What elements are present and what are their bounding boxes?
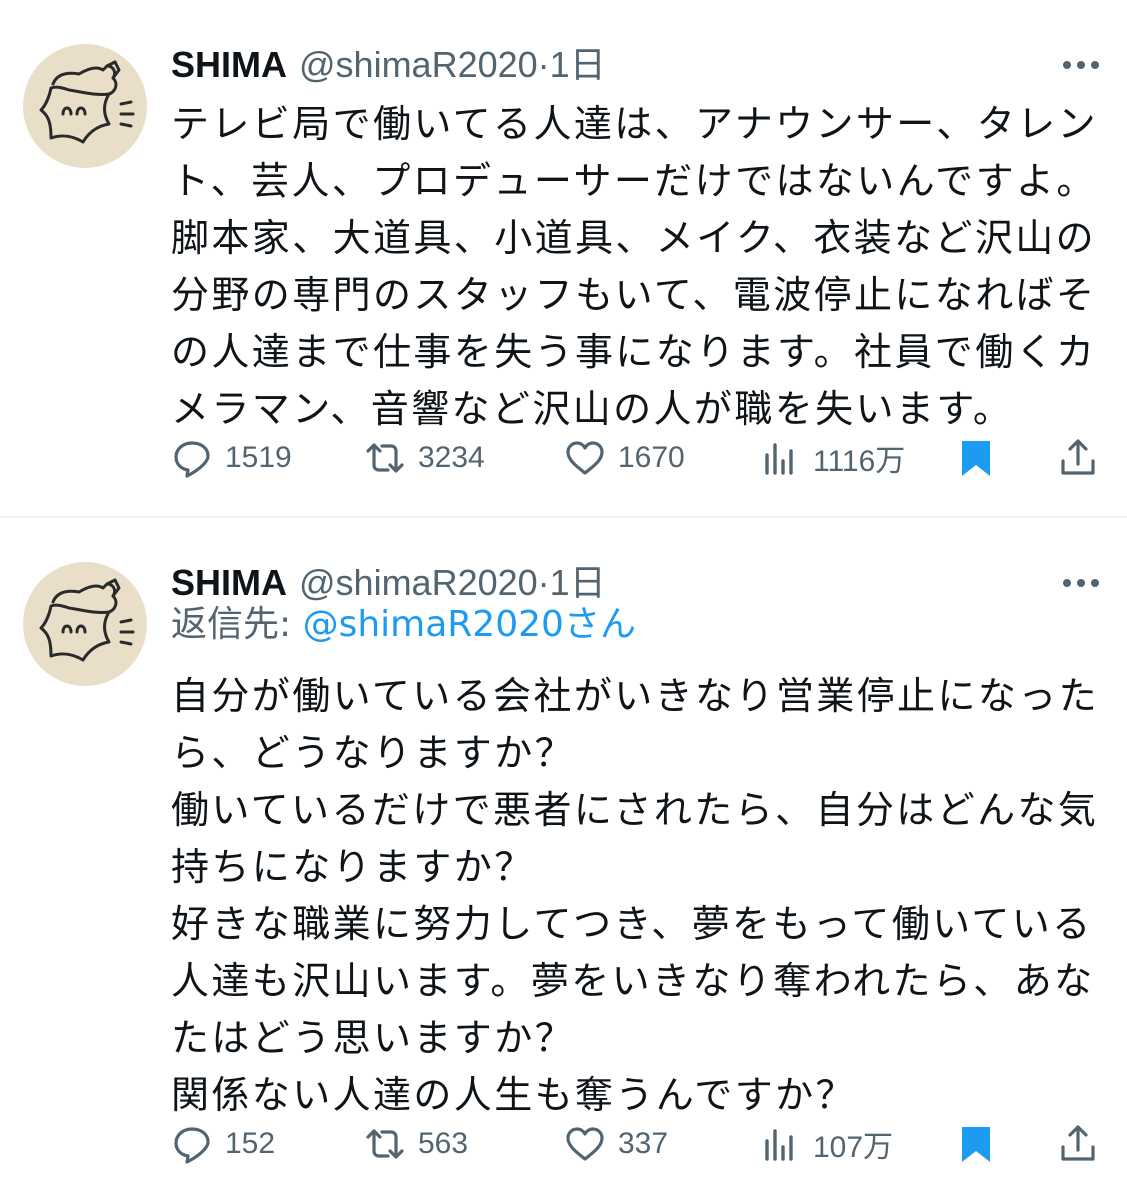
user-handle[interactable]: @shimaR2020	[299, 562, 538, 603]
text-line: ト、芸人、プロデューサーだけではないんですよ。	[171, 159, 1097, 203]
share-button[interactable]	[1057, 1114, 1099, 1174]
avatar[interactable]	[23, 562, 147, 686]
user-handle[interactable]: @shimaR2020	[299, 44, 538, 85]
bookmark-button[interactable]	[955, 428, 997, 488]
reply-count: 152	[225, 1127, 276, 1160]
retweet-count: 563	[418, 1127, 469, 1160]
bookmark-filled-icon	[962, 1127, 990, 1162]
text-line: 自分が働いている会社がいきなり営業停止になった	[171, 674, 1100, 718]
display-name[interactable]: SHIMA	[171, 562, 287, 603]
like-button[interactable]: 337	[564, 1114, 668, 1174]
views-button[interactable]: 1116万	[759, 428, 905, 488]
reply-to-mention[interactable]: @shimaR2020さん	[303, 604, 636, 645]
heart-icon	[566, 1127, 604, 1161]
reply-button[interactable]: 1519	[171, 428, 292, 488]
retweet-button[interactable]: 3234	[364, 428, 485, 488]
reply-bubble-icon	[174, 1127, 210, 1164]
avatar[interactable]	[23, 44, 147, 168]
bookmark-button[interactable]	[955, 1114, 997, 1174]
retweet-button[interactable]: 563	[364, 1114, 468, 1174]
like-count: 1670	[618, 441, 685, 474]
mention-suffix: さん	[563, 604, 636, 645]
text-line: 人達も沢山います。夢をいきなり奪われたら、あな	[171, 959, 1095, 1003]
mention-handle[interactable]: @shimaR2020	[303, 604, 564, 645]
action-bar: 152 563 337 107万	[171, 1114, 1107, 1174]
text-line: ら、どうなりますか？	[171, 731, 576, 775]
more-horizontal-icon	[1063, 61, 1099, 69]
bookmark-filled-icon	[962, 441, 990, 476]
reply-button[interactable]: 152	[171, 1114, 275, 1174]
separator-dot: ·	[537, 44, 550, 85]
text-line: の人達まで仕事を失う事になります。社員で働くカ	[171, 330, 1097, 374]
tweet-header: SHIMA @shimaR2020·1日	[171, 40, 606, 90]
share-button[interactable]	[1057, 428, 1099, 488]
text-line: たはどう思いますか？	[171, 1016, 576, 1060]
reply-to-prefix: 返信先:	[171, 604, 292, 645]
views-button[interactable]: 107万	[759, 1114, 893, 1174]
more-horizontal-icon	[1063, 579, 1099, 587]
like-button[interactable]: 1670	[564, 428, 685, 488]
tweet-text: 自分が働いている会社がいきなり営業停止になった ら、どうなりますか？ 働いている…	[171, 668, 1101, 1124]
tweet[interactable]: SHIMA @shimaR2020·1日 返信先: @shimaR2020さん 自…	[0, 518, 1127, 1200]
timestamp[interactable]: 1日	[550, 44, 606, 85]
reply-count: 1519	[225, 441, 292, 474]
text-line: 脚本家、大道具、小道具、メイク、衣装など沢山の	[171, 216, 1097, 260]
heart-icon	[566, 441, 604, 475]
text-line: テレビ局で働いてる人達は、アナウンサー、タレン	[171, 102, 1098, 146]
bar-chart-icon	[765, 1129, 793, 1161]
more-options-button[interactable]	[1059, 50, 1103, 80]
tweet-text: テレビ局で働いてる人達は、アナウンサー、タレン ト、芸人、プロデューサーだけでは…	[171, 96, 1101, 438]
share-upload-icon	[1061, 439, 1095, 475]
retweet-arrows-icon	[366, 443, 404, 473]
views-count: 107万	[813, 1131, 894, 1164]
retweet-arrows-icon	[366, 1129, 404, 1159]
separator-dot: ·	[537, 562, 550, 603]
tweet[interactable]: SHIMA @shimaR2020·1日 テレビ局で働いてる人達は、アナウンサー、…	[0, 0, 1127, 516]
retweet-count: 3234	[418, 441, 485, 474]
action-bar: 1519 3234 1670 1116万	[171, 428, 1107, 488]
avatar-drawing	[39, 60, 135, 144]
text-line: 働いているだけで悪者にされたら、自分はどんな気	[171, 788, 1099, 832]
share-upload-icon	[1061, 1125, 1095, 1161]
reply-to-line: 返信先: @shimaR2020さん	[171, 600, 636, 650]
reply-bubble-icon	[174, 441, 210, 478]
text-line: 好きな職業に努力してつき、夢をもって働いている	[171, 902, 1093, 946]
avatar-drawing	[39, 578, 135, 662]
text-line: 分野の専門のスタッフもいて、電波停止になればそ	[171, 273, 1097, 317]
display-name[interactable]: SHIMA	[171, 44, 287, 85]
views-count: 1116万	[813, 445, 906, 478]
timestamp[interactable]: 1日	[550, 562, 606, 603]
bar-chart-icon	[765, 443, 793, 475]
more-options-button[interactable]	[1059, 568, 1103, 598]
text-line: 持ちになりますか？	[171, 845, 535, 889]
like-count: 337	[618, 1127, 669, 1160]
